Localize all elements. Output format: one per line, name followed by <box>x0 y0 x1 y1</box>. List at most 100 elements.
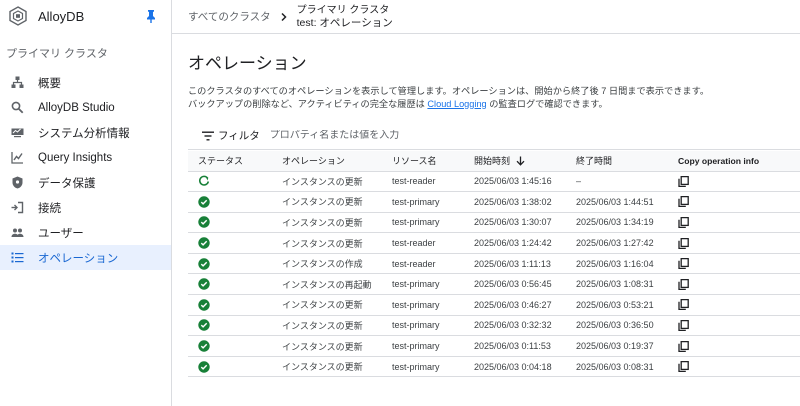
sidebar-item-query-insights[interactable]: Query Insights <box>0 145 171 170</box>
copy-icon[interactable] <box>678 299 689 311</box>
sidebar-item-label: システム分析情報 <box>38 127 130 140</box>
end-time-cell: – <box>576 171 678 193</box>
copy-cell <box>678 253 800 275</box>
page-title: オペレーション <box>188 54 307 73</box>
check-circle-icon <box>198 319 210 332</box>
end-time-cell: 2025/06/03 0:53:21 <box>576 294 678 316</box>
copy-icon[interactable] <box>678 258 689 270</box>
sidebar-nav: 概要 AlloyDB Studio システム分析情報 Query Insight… <box>0 70 171 270</box>
sidebar-item-label: 概要 <box>38 77 61 90</box>
check-circle-icon <box>198 216 210 229</box>
status-cell <box>188 273 282 296</box>
table-row[interactable]: インスタンスの更新 test-reader 2025/06/03 1:45:16– <box>188 171 800 193</box>
check-circle-icon <box>198 278 210 290</box>
operation-cell: インスタンスの再起動 <box>282 273 392 296</box>
chevron-right-icon <box>281 12 287 21</box>
operation-cell: インスタンスの更新 <box>282 315 392 337</box>
end-time-cell: 2025/06/03 1:34:19 <box>576 212 678 234</box>
table-row[interactable]: インスタンスの更新 test-primary 2025/06/03 0:04:18 2… <box>188 356 800 378</box>
copy-icon[interactable] <box>678 361 689 373</box>
copy-cell <box>678 294 800 316</box>
copy-cell <box>678 273 800 296</box>
table-row[interactable]: インスタンスの更新 test-primary 2025/06/03 0:11:53 2… <box>188 335 800 357</box>
filter-bar: フィルタ <box>188 122 800 150</box>
sidebar-item-operations[interactable]: オペレーション <box>0 245 171 270</box>
connection-icon <box>10 201 24 215</box>
resource-cell: test-primary <box>392 315 474 337</box>
column-header-start-time[interactable]: 開始時刻 <box>474 151 576 172</box>
sidebar-item-connection[interactable]: 接続 <box>0 195 171 220</box>
check-circle-icon <box>198 299 210 311</box>
start-time-cell: 2025/06/03 0:11:53 <box>474 335 576 357</box>
resource-cell: test-primary <box>392 191 474 213</box>
operation-cell: インスタンスの更新 <box>282 356 392 378</box>
copy-icon[interactable] <box>678 237 689 249</box>
check-circle-icon <box>198 340 210 352</box>
resource-cell: test-primary <box>392 212 474 234</box>
table-body: インスタンスの更新 test-reader 2025/06/03 1:45:16– イ… <box>188 171 800 378</box>
table-row[interactable]: インスタンスの更新 test-reader 2025/06/03 1:24:42 20… <box>188 232 800 254</box>
sidebar-item-alloydb-studio[interactable]: AlloyDB Studio <box>0 95 171 120</box>
resource-cell: test-reader <box>392 253 474 275</box>
sidebar-item-label: AlloyDB Studio <box>38 101 115 114</box>
copy-icon[interactable] <box>678 196 689 208</box>
list-icon <box>10 251 24 265</box>
end-time-cell: 2025/06/03 1:27:42 <box>576 232 678 254</box>
sidebar-item-users[interactable]: ユーザー <box>0 220 171 245</box>
copy-icon[interactable] <box>678 340 689 352</box>
table-row[interactable]: インスタンスの更新 test-primary 2025/06/03 1:38:02 2… <box>188 191 800 213</box>
column-header-operation[interactable]: オペレーション <box>282 151 392 172</box>
column-header-copy-info: Copy operation info <box>678 151 800 172</box>
copy-icon[interactable] <box>678 278 689 290</box>
table-row[interactable]: インスタンスの更新 test-primary 2025/06/03 0:32:32 2… <box>188 315 800 337</box>
copy-cell <box>678 191 800 213</box>
sidebar-item-label: オペレーション <box>38 252 119 265</box>
pin-icon[interactable] <box>143 8 159 24</box>
check-circle-icon <box>198 196 210 208</box>
chart-icon <box>10 151 24 165</box>
table-row[interactable]: インスタンスの更新 test-primary 2025/06/03 1:30:07 2… <box>188 212 800 234</box>
sidebar-item-system-insights[interactable]: システム分析情報 <box>0 120 171 145</box>
status-cell <box>188 253 282 275</box>
operations-table: ステータス オペレーション リソース名 開始時刻 終了時間 Copy opera… <box>188 151 800 378</box>
sidebar-item-label: ユーザー <box>38 227 84 240</box>
filter-label[interactable]: フィルタ <box>218 128 260 143</box>
start-time-label: 開始時刻 <box>474 156 511 167</box>
column-header-resource[interactable]: リソース名 <box>392 151 474 172</box>
copy-cell <box>678 335 800 357</box>
start-time-cell: 2025/06/03 1:38:02 <box>474 191 576 213</box>
sidebar-item-label: Query Insights <box>38 151 113 164</box>
table-header-row: ステータス オペレーション リソース名 開始時刻 終了時間 Copy opera… <box>188 151 800 172</box>
sidebar-item-data-protection[interactable]: データ保護 <box>0 170 171 195</box>
copy-icon[interactable] <box>678 175 689 187</box>
arrow-down-icon[interactable] <box>516 156 525 166</box>
description-text: の監査ログで確認できます。 <box>486 98 608 109</box>
status-cell <box>188 171 282 193</box>
operation-cell: インスタンスの作成 <box>282 253 392 275</box>
start-time-cell: 2025/06/03 0:56:45 <box>474 273 576 296</box>
cloud-logging-link[interactable]: Cloud Logging <box>427 99 486 109</box>
operation-cell: インスタンスの更新 <box>282 191 392 213</box>
sidebar-item-overview[interactable]: 概要 <box>0 70 171 95</box>
table-row[interactable]: インスタンスの再起動 test-primary 2025/06/03 0:56:45… <box>188 273 800 296</box>
filter-icon[interactable] <box>202 131 214 141</box>
breadcrumb: すべてのクラスタ プライマリ クラスタ test: オペレーション <box>172 0 800 34</box>
start-time-cell: 2025/06/03 1:11:13 <box>474 253 576 275</box>
copy-icon[interactable] <box>678 216 689 228</box>
copy-icon[interactable] <box>678 319 689 331</box>
column-header-end-time[interactable]: 終了時間 <box>576 151 678 172</box>
sidebar-header: AlloyDB <box>0 0 171 32</box>
resource-cell: test-primary <box>392 356 474 378</box>
copy-cell <box>678 232 800 254</box>
app-title: AlloyDB <box>38 8 85 24</box>
filter-input[interactable] <box>269 130 570 141</box>
end-time-cell: 2025/06/03 0:36:50 <box>576 315 678 337</box>
copy-cell <box>678 315 800 337</box>
copy-cell <box>678 212 800 234</box>
status-cell <box>188 191 282 213</box>
breadcrumb-all-clusters-link[interactable]: すべてのクラスタ <box>188 9 271 24</box>
column-header-status[interactable]: ステータス <box>188 151 282 172</box>
table-row[interactable]: インスタンスの更新 test-primary 2025/06/03 0:46:27 2… <box>188 294 800 316</box>
table-row[interactable]: インスタンスの作成 test-reader 2025/06/03 1:11:13 20… <box>188 253 800 275</box>
running-status-icon <box>199 175 210 186</box>
